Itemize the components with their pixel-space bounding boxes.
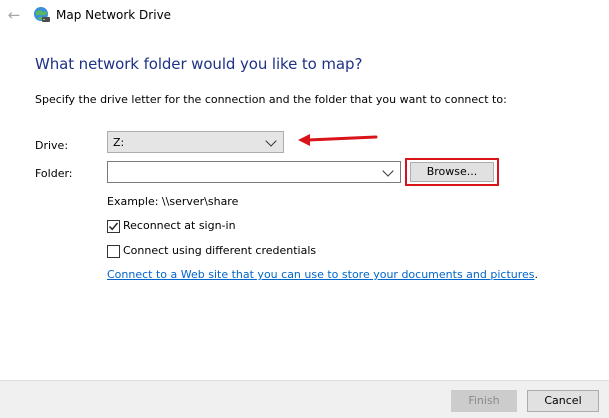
dialog-footer: [0, 380, 609, 418]
back-arrow-icon: ←: [7, 6, 21, 24]
dialog-heading: What network folder would you like to ma…: [35, 55, 363, 73]
cancel-button[interactable]: Cancel: [527, 390, 599, 412]
drive-selected-value: Z:: [113, 136, 125, 149]
example-text: Example: \\server\share: [107, 195, 239, 208]
chevron-down-icon: [265, 135, 277, 147]
title-bar: ← Map Network Drive: [0, 0, 609, 30]
browse-button[interactable]: Browse...: [410, 162, 494, 182]
reconnect-label[interactable]: Reconnect at sign-in: [123, 219, 236, 232]
web-site-link[interactable]: Connect to a Web site that you can use t…: [107, 268, 538, 281]
web-site-link-text[interactable]: Connect to a Web site that you can use t…: [107, 268, 535, 281]
back-button[interactable]: ←: [5, 6, 23, 24]
network-drive-icon: [34, 7, 50, 22]
folder-label: Folder:: [35, 167, 73, 180]
dialog-instruction: Specify the drive letter for the connect…: [35, 93, 507, 106]
annotation-arrow-icon: [298, 134, 378, 146]
drive-select[interactable]: Z:: [107, 131, 284, 153]
window-title: Map Network Drive: [56, 8, 172, 22]
folder-combobox[interactable]: [107, 161, 401, 183]
reconnect-checkbox[interactable]: [107, 220, 120, 233]
different-credentials-label[interactable]: Connect using different credentials: [123, 244, 316, 257]
drive-label: Drive:: [35, 139, 69, 152]
folder-input[interactable]: [110, 164, 386, 180]
different-credentials-checkbox[interactable]: [107, 245, 120, 258]
finish-button[interactable]: Finish: [451, 390, 517, 412]
link-trailing-period: .: [534, 268, 539, 281]
checkmark-icon: [108, 222, 119, 231]
